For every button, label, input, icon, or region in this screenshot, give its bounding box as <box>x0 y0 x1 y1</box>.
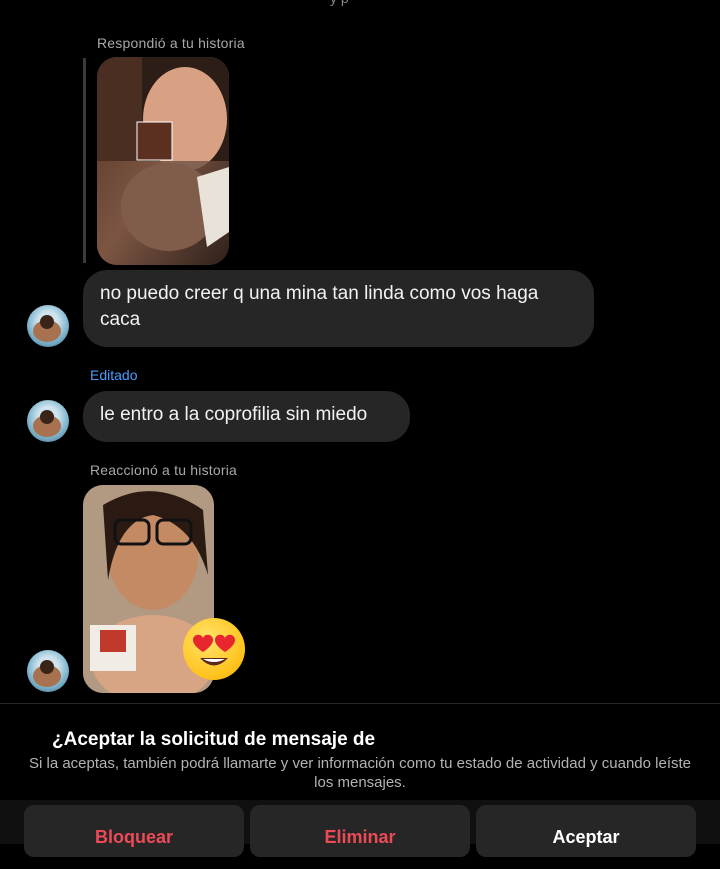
story-thumbnail-reply[interactable] <box>97 57 229 265</box>
sender-avatar[interactable] <box>27 305 69 347</box>
top-cutoff-text: y p <box>330 0 349 6</box>
reply-story-label: Respondió a tu historia <box>97 35 245 51</box>
request-title: ¿Aceptar la solicitud de mensaje de <box>52 729 376 750</box>
sender-avatar[interactable] <box>27 400 69 442</box>
accept-button[interactable]: Aceptar <box>476 805 696 857</box>
message-bubble[interactable]: no puedo creer q una mina tan linda como… <box>83 270 594 347</box>
reply-quote-bar <box>83 58 86 263</box>
reaction-story-label: Reaccionó a tu historia <box>90 462 238 478</box>
request-description: Si la aceptas, también podrá llamarte y … <box>28 755 692 791</box>
heart-eyes-icon <box>193 634 235 666</box>
story-image <box>97 57 229 265</box>
heart-eyes-emoji-reaction <box>183 618 245 680</box>
message-bubble[interactable]: le entro a la coprofilia sin miedo <box>83 391 410 442</box>
sender-avatar[interactable] <box>27 650 69 692</box>
edited-label[interactable]: Editado <box>90 367 137 383</box>
block-button[interactable]: Bloquear <box>24 805 244 857</box>
delete-button[interactable]: Eliminar <box>250 805 470 857</box>
